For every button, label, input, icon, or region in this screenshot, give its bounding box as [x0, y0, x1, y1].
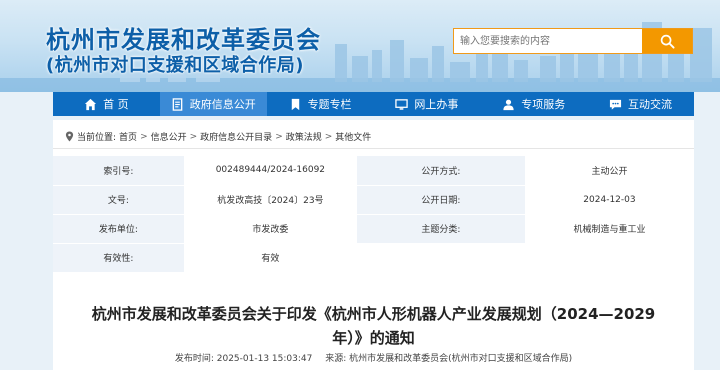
table-row: 有效性: 有效: [53, 243, 694, 273]
site-subtitle: (杭州市对口支援和区域合作局): [46, 55, 304, 76]
breadcrumb-prefix: 当前位置:: [77, 133, 117, 143]
nav-item-label: 专项服务: [521, 98, 566, 111]
nav-item-home[interactable]: 首 页: [53, 92, 160, 116]
meta-key: 公开方式:: [356, 156, 525, 186]
breadcrumb-separator: >: [189, 131, 198, 142]
nav-item-label: 专题专栏: [307, 98, 352, 111]
meta-empty-cell: [356, 243, 525, 273]
search-input[interactable]: [454, 29, 642, 53]
nav-item-interaction[interactable]: 互动交流: [587, 92, 694, 116]
nav-item-label: 互动交流: [628, 98, 673, 111]
breadcrumb-info-public[interactable]: 信息公开: [151, 130, 187, 143]
breadcrumb: 当前位置: 首页 > 信息公开 > 政府信息公开目录 > 政策法规 > 其他文件: [65, 130, 371, 143]
chat-icon: [609, 99, 622, 110]
meta-empty-cell: [524, 243, 694, 273]
meta-value: 市发改委: [183, 214, 357, 244]
nav-item-label: 政府信息公开: [189, 98, 256, 111]
breadcrumb-separator: >: [140, 131, 148, 142]
breadcrumb-separator: >: [275, 131, 283, 142]
home-icon: [85, 98, 97, 110]
meta-value: 002489444/2024-16092: [183, 156, 357, 186]
article-info: 发布时间: 2025-01-13 15:03:47 来源: 杭州市发展和改革委员…: [53, 351, 694, 364]
table-row: 索引号: 002489444/2024-16092 公开方式: 主动公开: [53, 156, 694, 186]
location-icon: [65, 131, 74, 142]
article-source: 来源: 杭州市发展和改革委员会(杭州市对口支援和区域合作局): [325, 354, 573, 364]
table-row: 发布单位: 市发改委 主题分类: 机械制造与重工业: [53, 214, 694, 244]
main-nav: 首 页 政府信息公开 专题专栏 网上办事 专项服务 互动交流: [53, 92, 694, 116]
search-box: [453, 28, 693, 54]
search-icon: [660, 34, 675, 49]
service-icon: [503, 99, 514, 110]
meta-key: 公开日期:: [356, 185, 525, 215]
content-panel: 当前位置: 首页 > 信息公开 > 政府信息公开目录 > 政策法规 > 其他文件…: [53, 120, 694, 370]
nav-item-topics[interactable]: 专题专栏: [267, 92, 374, 116]
site-title: 杭州市发展和改革委员会: [46, 26, 321, 54]
breadcrumb-catalog[interactable]: 政府信息公开目录: [200, 130, 272, 143]
meta-key: 发布单位:: [53, 214, 184, 244]
breadcrumb-separator: >: [324, 131, 333, 142]
meta-value: 机械制造与重工业: [524, 214, 694, 244]
bookmark-icon: [291, 98, 299, 110]
monitor-icon: [395, 98, 409, 110]
nav-item-label: 网上办事: [414, 98, 459, 111]
divider: [53, 148, 694, 149]
breadcrumb-home[interactable]: 首页: [119, 130, 137, 143]
meta-value: 杭发改高技〔2024〕23号: [183, 185, 357, 215]
meta-key: 文号:: [53, 185, 184, 215]
meta-key: 有效性:: [53, 243, 184, 273]
publish-time: 发布时间: 2025-01-13 15:03:47: [174, 354, 313, 364]
nav-item-online-service[interactable]: 网上办事: [373, 92, 480, 116]
document-meta-table: 索引号: 002489444/2024-16092 公开方式: 主动公开 文号:…: [53, 156, 694, 273]
nav-item-gov-info[interactable]: 政府信息公开: [159, 92, 267, 116]
table-row: 文号: 杭发改高技〔2024〕23号 公开日期: 2024-12-03: [53, 185, 694, 215]
meta-value: 2024-12-03: [524, 185, 694, 215]
nav-item-label: 首 页: [103, 98, 129, 111]
document-icon: [172, 97, 183, 111]
meta-value: 主动公开: [524, 156, 694, 186]
meta-key: 索引号:: [53, 156, 184, 186]
nav-item-special-service[interactable]: 专项服务: [480, 92, 587, 116]
breadcrumb-policy[interactable]: 政策法规: [286, 130, 322, 143]
site-banner: 杭州市发展和改革委员会 (杭州市对口支援和区域合作局): [0, 0, 720, 92]
article-title: 杭州市发展和改革委员会关于印发《杭州市人形机器人产业发展规划（2024—2029…: [53, 302, 694, 350]
article-title-line: 杭州市发展和改革委员会关于印发《杭州市人形机器人产业发展规划（2024—2029: [91, 305, 656, 323]
meta-key: 主题分类:: [356, 214, 525, 244]
search-button[interactable]: [642, 29, 692, 53]
breadcrumb-other-docs[interactable]: 其他文件: [335, 130, 371, 143]
article-title-line: 年）》的通知: [332, 329, 415, 347]
meta-value: 有效: [183, 243, 357, 273]
